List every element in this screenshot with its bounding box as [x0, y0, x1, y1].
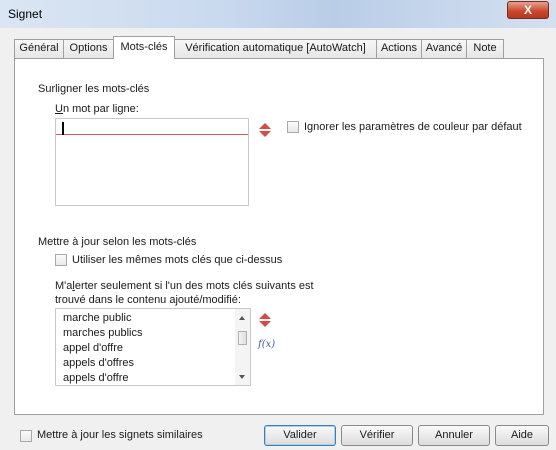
use-same-keywords-label: Utiliser les mêmes mots clés que ci-dess… — [72, 254, 283, 266]
update-section-title: Mettre à jour selon les mots-clés — [38, 236, 197, 248]
list-item[interactable]: marches publics — [63, 327, 142, 339]
scroll-down-icon[interactable] — [239, 375, 245, 379]
close-button[interactable]: X — [507, 1, 549, 19]
help-button[interactable]: Aide — [495, 425, 549, 446]
list-item[interactable]: appel d'offre — [63, 342, 123, 354]
ignore-color-label: Ignorer les paramètres de couleur par dé… — [304, 121, 522, 133]
list-scrollbar[interactable] — [235, 309, 250, 385]
highlight-section-title: Surligner les mots-clés — [38, 83, 150, 95]
tab-note[interactable]: Note — [466, 39, 504, 58]
scroll-up-icon[interactable] — [239, 316, 245, 320]
alert-color-updown-icon[interactable] — [259, 313, 271, 327]
list-item[interactable]: appels d'offre — [63, 372, 129, 384]
check-button[interactable]: Vérifier — [341, 425, 413, 446]
cancel-button[interactable]: Annuler — [418, 425, 490, 446]
alert-keywords-label: M'alerter seulement si l'un des mots clé… — [55, 280, 314, 292]
update-similar-label: Mettre à jour les signets similaires — [37, 429, 203, 441]
use-same-keywords-checkbox[interactable] — [55, 254, 67, 266]
alert-keywords-label-line2: trouvé dans le contenu ajouté/modifié: — [55, 294, 241, 306]
scroll-thumb[interactable] — [238, 331, 247, 345]
function-icon[interactable]: f(x) — [258, 339, 275, 350]
list-item[interactable]: appels d'offres — [63, 357, 134, 369]
tab-options[interactable]: Options — [63, 39, 114, 58]
close-icon: X — [523, 3, 532, 17]
tab-avance[interactable]: Avancé — [421, 39, 467, 58]
keywords-field-label: Un mot par ligne: — [55, 103, 139, 115]
update-similar-checkbox[interactable] — [20, 430, 32, 442]
highlight-keywords-input[interactable] — [55, 118, 249, 206]
spellcheck-underline — [56, 134, 248, 135]
tab-general[interactable]: Général — [14, 39, 64, 58]
tab-actions[interactable]: Actions — [376, 39, 422, 58]
tab-autowatch[interactable]: Vérification automatique [AutoWatch] — [174, 39, 377, 58]
list-item[interactable]: marche public — [63, 312, 131, 324]
title-bar: Signet X — [0, 0, 556, 28]
window-title: Signet — [8, 7, 43, 21]
text-caret — [62, 122, 64, 135]
alert-keywords-list[interactable]: marche public marches publics appel d'of… — [55, 308, 251, 386]
tab-panel-mots-cles: Surligner les mots-clés Un mot par ligne… — [14, 58, 544, 415]
tab-mots-cles[interactable]: Mots-clés — [113, 36, 175, 59]
validate-button[interactable]: Valider — [264, 425, 336, 446]
highlight-color-updown-icon[interactable] — [259, 123, 271, 137]
ignore-color-checkbox[interactable] — [287, 121, 299, 133]
